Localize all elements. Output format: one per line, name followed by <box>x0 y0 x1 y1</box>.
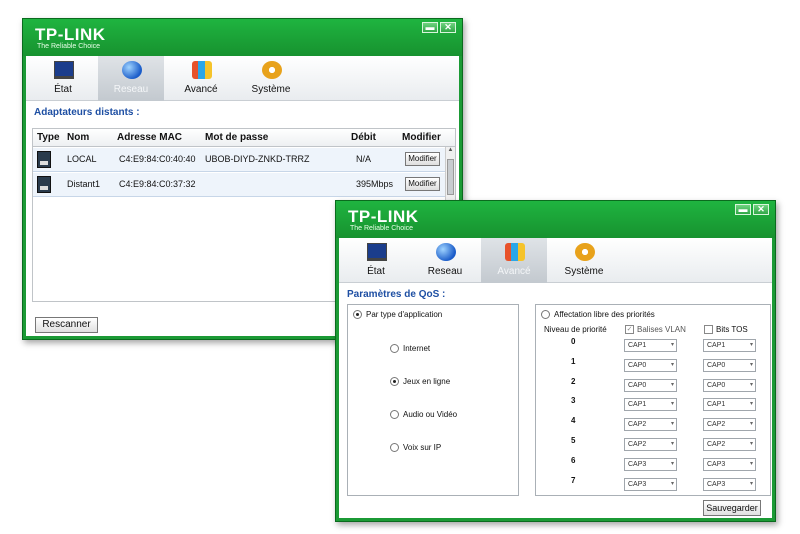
vlan-select[interactable]: CAP2 ▾ <box>624 418 677 432</box>
chevron-down-icon: ▾ <box>670 342 674 348</box>
chevron-down-icon: ▾ <box>749 421 753 428</box>
tab-reseau[interactable]: Reseau <box>412 238 478 283</box>
minimize-button[interactable]: ▬ <box>422 22 438 33</box>
adapter-icon <box>37 151 51 168</box>
chevron-down-icon: ▾ <box>670 361 674 368</box>
modify-button[interactable]: Modifier <box>405 152 440 166</box>
chevron-down-icon: ▾ <box>670 480 674 487</box>
globe-icon <box>122 61 142 79</box>
logo-tagline: The Reliable Choice <box>350 225 414 232</box>
minimize-button[interactable]: ▬ <box>735 204 751 215</box>
save-button[interactable]: Sauvegarder <box>703 500 761 516</box>
chevron-down-icon: ▾ <box>749 480 753 487</box>
priority-level: 1 <box>571 356 576 366</box>
vlan-select[interactable]: CAP0 ▾ <box>624 358 677 372</box>
globe-icon <box>436 243 456 261</box>
title-bar: TP-LINK The Reliable Choice ▬ ✕ <box>336 201 775 238</box>
app-radio-gaming[interactable] <box>390 377 399 386</box>
table-row[interactable]: LOCAL C4:E9:84:C0:40:40 UBOB-DIYD-ZNKD-T… <box>33 148 445 172</box>
chevron-down-icon: ▾ <box>749 441 753 447</box>
monitor-icon <box>367 243 387 261</box>
tos-select[interactable]: CAP0 ▾ <box>703 358 756 372</box>
tos-select[interactable]: CAP0 ▾ <box>703 378 756 392</box>
app-radio-voip[interactable] <box>390 443 399 452</box>
tab-reseau[interactable]: Reseau <box>98 56 164 101</box>
priority-level: 3 <box>571 396 576 406</box>
modify-button[interactable]: Modifier <box>405 177 440 191</box>
vlan-select[interactable]: CAP1 ▾ <box>624 398 677 412</box>
tp-link-logo: TP-LINK <box>348 207 419 226</box>
title-bar: TP-LINK The Reliable Choice ▬ ✕ <box>23 19 462 56</box>
tab-etat[interactable]: État <box>30 56 96 101</box>
chevron-down-icon: ▾ <box>670 381 674 388</box>
priority-panel: Affectation libre des priorités Niveau d… <box>535 304 771 496</box>
tos-checkbox[interactable] <box>704 325 713 334</box>
vlan-checkbox[interactable]: ✓ <box>625 325 634 334</box>
chevron-down-icon: ▾ <box>670 421 674 428</box>
chevron-down-icon: ▾ <box>670 460 674 467</box>
tp-link-logo: TP-LINK <box>35 25 106 44</box>
app-type-panel: Par type d'application Internet Jeux en … <box>347 304 519 496</box>
scroll-thumb[interactable] <box>447 159 454 195</box>
tos-select[interactable]: CAP2 ▾ <box>703 418 756 432</box>
by-app-radio[interactable] <box>353 310 362 319</box>
section-title: Adaptateurs distants : <box>34 107 140 118</box>
advanced-icon <box>192 61 212 79</box>
scroll-up-icon[interactable]: ▲ <box>446 147 455 157</box>
vlan-select[interactable]: CAP3 ▾ <box>624 477 677 491</box>
tab-bar: État Reseau Avancé Système <box>26 56 459 101</box>
gear-icon <box>575 243 595 261</box>
close-button[interactable]: ✕ <box>753 204 769 215</box>
tab-avance[interactable]: Avancé <box>481 238 547 283</box>
table-row[interactable]: Distant1 C4:E9:84:C0:37:32 395Mbps Modif… <box>33 173 445 197</box>
vlan-select[interactable]: CAP2 ▾ <box>624 438 677 451</box>
monitor-icon <box>54 61 74 79</box>
priority-level: 4 <box>571 416 576 426</box>
app-radio-audio-video[interactable] <box>390 410 399 419</box>
adapter-icon <box>37 176 51 193</box>
tos-select[interactable]: CAP3 ▾ <box>703 457 756 471</box>
chevron-down-icon: ▾ <box>670 441 674 447</box>
priority-level: 2 <box>571 376 576 386</box>
gear-icon <box>262 61 282 79</box>
vlan-select[interactable]: CAP3 ▾ <box>624 457 677 471</box>
section-title: Paramètres de QoS : <box>347 289 446 300</box>
app-radio-internet[interactable] <box>390 344 399 353</box>
chevron-down-icon: ▾ <box>749 342 753 348</box>
priority-level: 5 <box>571 436 576 445</box>
rescan-button[interactable]: Rescanner <box>35 317 98 333</box>
priority-level: 0 <box>571 337 576 346</box>
tab-avance[interactable]: Avancé <box>168 56 234 101</box>
close-button[interactable]: ✕ <box>440 22 456 33</box>
chevron-down-icon: ▾ <box>749 460 753 467</box>
chevron-down-icon: ▾ <box>749 381 753 388</box>
tos-select[interactable]: CAP1 ▾ <box>703 339 756 352</box>
tos-select[interactable]: CAP1 ▾ <box>703 398 756 412</box>
chevron-down-icon: ▾ <box>749 361 753 368</box>
tab-systeme[interactable]: Système <box>238 56 304 101</box>
priority-level: 6 <box>571 455 576 465</box>
chevron-down-icon: ▾ <box>749 401 753 408</box>
priority-level-header: Niveau de priorité <box>544 325 607 334</box>
logo-tagline: The Reliable Choice <box>37 43 101 50</box>
vlan-select[interactable]: CAP0 ▾ <box>624 378 677 392</box>
tab-systeme[interactable]: Système <box>551 238 617 283</box>
tab-etat[interactable]: État <box>343 238 409 283</box>
tab-bar: État Reseau Avancé Système <box>339 238 772 283</box>
advanced-icon <box>505 243 525 261</box>
free-assign-radio[interactable] <box>541 310 550 319</box>
table-header: Type Nom Adresse MAC Mot de passe Débit … <box>33 129 455 147</box>
qos-window: TP-LINK The Reliable Choice ▬ ✕ État Res… <box>335 200 776 522</box>
tos-select[interactable]: CAP2 ▾ <box>703 438 756 451</box>
priority-level: 7 <box>571 475 576 485</box>
chevron-down-icon: ▾ <box>670 401 674 408</box>
vlan-select[interactable]: CAP1 ▾ <box>624 339 677 352</box>
tos-select[interactable]: CAP3 ▾ <box>703 477 756 491</box>
